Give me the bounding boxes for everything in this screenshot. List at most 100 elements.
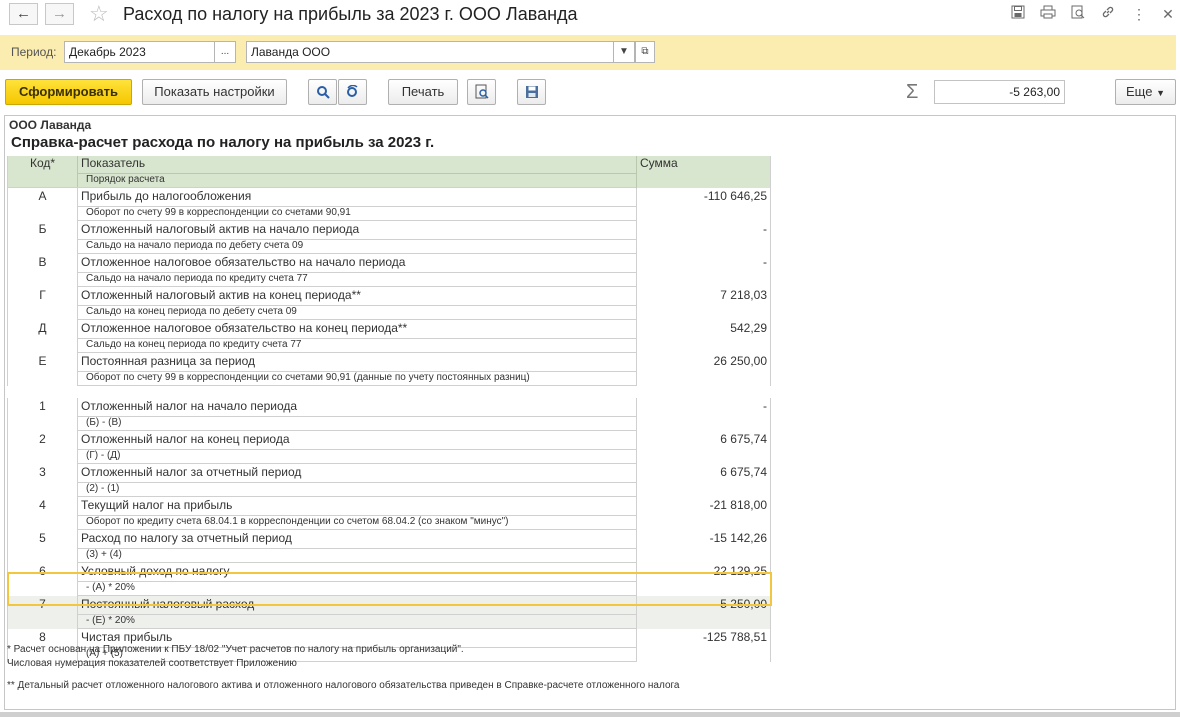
report-title: Справка-расчет расхода по налогу на приб… bbox=[11, 134, 435, 151]
report-table: Код* Показатель Сумма Порядок расчета АП… bbox=[7, 156, 771, 662]
row-indicator: Постоянный налоговый расход bbox=[77, 595, 637, 615]
row-indicator: Прибыль до налогообложения bbox=[77, 187, 637, 207]
header-code: Код* bbox=[7, 156, 78, 188]
row-indicator: Отложенное налоговое обязательство на на… bbox=[77, 253, 637, 273]
row-sum[interactable]: - bbox=[636, 398, 771, 431]
row-sum[interactable]: - bbox=[636, 253, 771, 287]
row-calculation: Оборот по счету 99 в корреспонденции со … bbox=[77, 371, 637, 386]
row-calculation: (Б) - (В) bbox=[77, 416, 637, 431]
row-indicator: Постоянная разница за период bbox=[77, 352, 637, 372]
row-code: 2 bbox=[7, 430, 78, 464]
search-button[interactable] bbox=[308, 79, 337, 105]
table-row[interactable]: Е Постоянная разница за период 26 250,00 bbox=[7, 352, 771, 386]
search-icon bbox=[316, 86, 330, 99]
generate-button[interactable]: Сформировать bbox=[5, 79, 132, 105]
row-calculation: - (А) * 20% bbox=[77, 581, 637, 596]
star-icon[interactable]: ☆ bbox=[89, 1, 109, 27]
row-sum[interactable]: -15 142,26 bbox=[636, 529, 771, 563]
forward-button[interactable]: → bbox=[45, 3, 74, 25]
preview-icon[interactable] bbox=[1069, 5, 1087, 23]
table-row[interactable]: 1 Отложенный налог на начало периода - bbox=[7, 398, 771, 431]
table-row[interactable]: 3 Отложенный налог за отчетный период 6 67… bbox=[7, 463, 771, 497]
section-gap-cell bbox=[8, 386, 771, 399]
header-order: Порядок расчета bbox=[77, 173, 637, 188]
link-icon[interactable] bbox=[1099, 5, 1117, 23]
note-2: Числовая нумерация показателей соответст… bbox=[7, 658, 297, 669]
print-button[interactable]: Печать bbox=[388, 79, 458, 105]
row-indicator: Текущий налог на прибыль bbox=[77, 496, 637, 516]
row-indicator: Отложенный налог на начало периода bbox=[77, 398, 637, 417]
save-icon[interactable] bbox=[1009, 5, 1027, 23]
status-strip bbox=[0, 712, 1180, 717]
row-sum[interactable]: 22 129,25 bbox=[636, 562, 771, 596]
row-sum[interactable]: -110 646,25 bbox=[636, 187, 771, 221]
row-code: Б bbox=[7, 220, 78, 254]
arrow-left-icon: ← bbox=[16, 5, 31, 22]
row-code: Д bbox=[7, 319, 78, 353]
filter-bar: Период: Декабрь 2023 ... Лаванда ООО ▼ ⧉ bbox=[0, 35, 1176, 70]
row-code: В bbox=[7, 253, 78, 287]
table-row[interactable]: 7 Постоянный налоговый расход -5 250,00 bbox=[7, 595, 771, 629]
row-sum[interactable]: - bbox=[636, 220, 771, 254]
table-row[interactable]: А Прибыль до налогообложения -110 646,25 bbox=[7, 187, 771, 221]
header-indicator: Показатель bbox=[77, 156, 637, 174]
preview-icon bbox=[475, 84, 489, 99]
row-code: Г bbox=[7, 286, 78, 320]
row-calculation: Сальдо на конец периода по дебету счета … bbox=[77, 305, 637, 320]
row-calculation: Сальдо на начало периода по кредиту счет… bbox=[77, 272, 637, 287]
row-calculation: - (Е) * 20% bbox=[77, 614, 637, 629]
more-button[interactable]: Еще ▼ bbox=[1115, 79, 1176, 105]
row-calculation: (2) - (1) bbox=[77, 482, 637, 497]
organization-dropdown-button[interactable]: ▼ bbox=[613, 41, 635, 63]
print-preview-button[interactable] bbox=[467, 79, 496, 105]
open-organization-button[interactable]: ⧉ bbox=[635, 41, 655, 63]
row-indicator: Отложенный налог за отчетный период bbox=[77, 463, 637, 483]
row-code: 1 bbox=[7, 398, 78, 431]
table-header: Код* Показатель Сумма bbox=[7, 156, 771, 188]
sum-icon: Σ bbox=[906, 81, 919, 103]
more-menu-icon[interactable]: ⋮ bbox=[1130, 5, 1148, 23]
row-code: 7 bbox=[7, 595, 78, 629]
open-window-icon: ⧉ bbox=[641, 46, 649, 57]
organization-field[interactable]: Лаванда ООО bbox=[246, 41, 614, 63]
row-sum[interactable]: 26 250,00 bbox=[636, 352, 771, 386]
table-row[interactable]: Г Отложенный налоговый актив на конец пер… bbox=[7, 286, 771, 320]
row-indicator: Условный доход по налогу bbox=[77, 562, 637, 582]
note-1: * Расчет основан на Приложении к ПБУ 18/… bbox=[7, 644, 464, 655]
row-sum[interactable]: -21 818,00 bbox=[636, 496, 771, 530]
report-area: ООО Лаванда Справка-расчет расхода по на… bbox=[4, 115, 1176, 710]
save-report-button[interactable] bbox=[517, 79, 546, 105]
print-icon[interactable] bbox=[1039, 5, 1057, 23]
row-indicator: Отложенный налоговый актив на начало пер… bbox=[77, 220, 637, 240]
row-indicator: Отложенный налог на конец периода bbox=[77, 430, 637, 450]
period-field[interactable]: Декабрь 2023 bbox=[64, 41, 215, 63]
row-sum[interactable]: 6 675,74 bbox=[636, 430, 771, 464]
table-row[interactable]: 2 Отложенный налог на конец периода 6 675,… bbox=[7, 430, 771, 464]
row-calculation: Сальдо на начало периода по дебету счета… bbox=[77, 239, 637, 254]
row-sum[interactable]: 6 675,74 bbox=[636, 463, 771, 497]
row-calculation: Оборот по счету 99 в корреспонденции со … bbox=[77, 206, 637, 221]
window-titlebar: ← → ☆ Расход по налогу на прибыль за 202… bbox=[0, 0, 1180, 30]
chevron-down-icon: ▼ bbox=[1156, 88, 1165, 98]
row-code: 3 bbox=[7, 463, 78, 497]
close-icon[interactable]: ✕ bbox=[1159, 5, 1177, 23]
row-sum[interactable]: -5 250,00 bbox=[636, 595, 771, 629]
table-row[interactable]: В Отложенное налоговое обязательство на н… bbox=[7, 253, 771, 287]
table-row[interactable]: 4 Текущий налог на прибыль -21 818,00 bbox=[7, 496, 771, 530]
show-settings-button[interactable]: Показать настройки bbox=[142, 79, 287, 105]
row-indicator: Расход по налогу за отчетный период bbox=[77, 529, 637, 549]
period-picker-button[interactable]: ... bbox=[214, 41, 236, 63]
row-sum[interactable]: 542,29 bbox=[636, 319, 771, 353]
row-calculation: Оборот по кредиту счета 68.04.1 в коррес… bbox=[77, 515, 637, 530]
table-row[interactable]: 6 Условный доход по налогу 22 129,25 bbox=[7, 562, 771, 596]
row-code: 4 bbox=[7, 496, 78, 530]
row-code: Е bbox=[7, 352, 78, 386]
table-row[interactable]: 5 Расход по налогу за отчетный период -15 … bbox=[7, 529, 771, 563]
search-settings-button[interactable] bbox=[338, 79, 367, 105]
table-row[interactable]: Д Отложенное налоговое обязательство на к… bbox=[7, 319, 771, 353]
row-sum[interactable]: 7 218,03 bbox=[636, 286, 771, 320]
back-button[interactable]: ← bbox=[9, 3, 38, 25]
table-row[interactable]: Б Отложенный налоговый актив на начало пе… bbox=[7, 220, 771, 254]
save-icon bbox=[525, 86, 538, 98]
row-calculation: (Г) - (Д) bbox=[77, 449, 637, 464]
